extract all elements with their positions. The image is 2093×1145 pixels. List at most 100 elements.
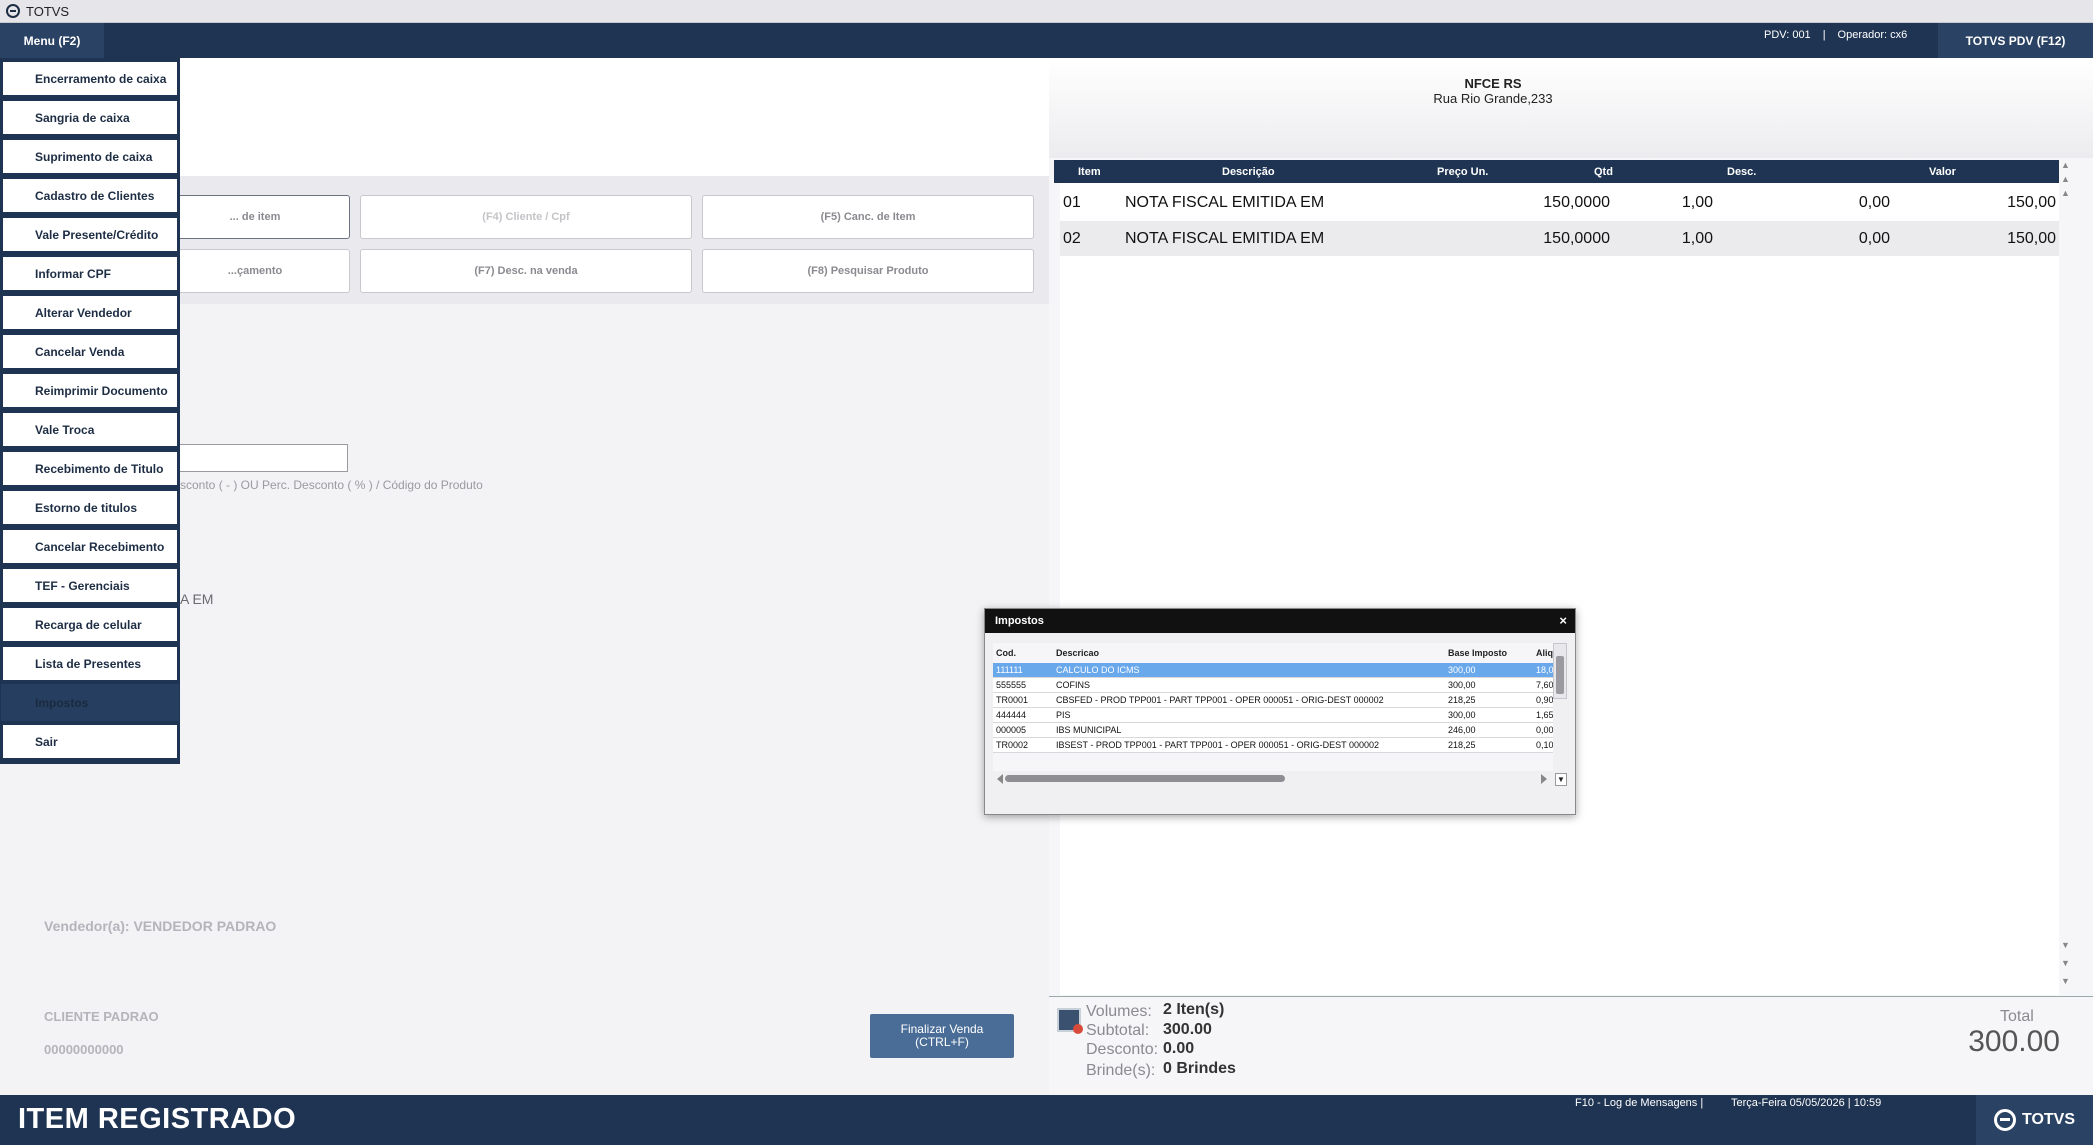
menu-item-alterar-vendedor[interactable]: Alterar Vendedor xyxy=(1,294,179,331)
taxes-table: Cod. Descricao Base Imposto Aliq 111111 … xyxy=(993,643,1553,771)
discount-value: 0.00 xyxy=(1163,1040,1195,1057)
client-name: CLIENTE PADRAO xyxy=(44,1009,159,1024)
menu-item-recebimento-titulo[interactable]: Recebimento de Titulo xyxy=(1,450,179,487)
table-row[interactable]: 444444 PIS 300,00 1,65 xyxy=(993,708,1553,723)
tax-cod: 000005 xyxy=(996,725,1027,735)
scroll-page-down-icon[interactable]: ▼ xyxy=(2061,958,2070,968)
client-cpf-button[interactable]: (F4) Cliente / Cpf xyxy=(360,195,692,239)
col-qty-header: Qtd xyxy=(1594,166,1613,178)
scroll-left-icon[interactable] xyxy=(997,774,1003,784)
menu-item-cancelar-venda[interactable]: Cancelar Venda xyxy=(1,333,179,370)
product-code-hint: sconto ( - ) OU Perc. Desconto ( % ) / C… xyxy=(180,478,483,492)
finalize-sale-shortcut: (CTRL+F) xyxy=(915,1035,969,1049)
row-value: 150,00 xyxy=(2007,194,2056,211)
status-datetime: Terça-Feira 05/05/2026 | 10:59 xyxy=(1731,1097,1882,1109)
scroll-down-icon[interactable]: ▼ xyxy=(2061,940,2070,950)
subtotal-label: Subtotal: xyxy=(1086,1022,1150,1039)
dialog-title: Impostos xyxy=(995,615,1044,627)
tax-cod: TR0001 xyxy=(996,695,1029,705)
menu-item-sangria-caixa[interactable]: Sangria de caixa xyxy=(1,99,179,136)
sale-discount-button[interactable]: (F7) Desc. na venda xyxy=(360,249,692,293)
row-discount: 0,00 xyxy=(1858,230,1890,247)
row-value: 150,00 xyxy=(2007,230,2056,247)
tax-base: 300,00 xyxy=(1448,680,1476,690)
tax-base: 300,00 xyxy=(1448,710,1476,720)
menu-item-suprimento-caixa[interactable]: Suprimento de caixa xyxy=(1,138,179,175)
row-discount: 0,00 xyxy=(1858,194,1890,211)
menu-item-vale-troca[interactable]: Vale Troca xyxy=(1,411,179,448)
menu-item-estorno-titulos[interactable]: Estorno de titulos xyxy=(1,489,179,526)
menu-item-sair[interactable]: Sair xyxy=(1,723,179,760)
discount-label: Desconto: xyxy=(1086,1041,1159,1058)
scroll-bottom-icon[interactable]: ▼ xyxy=(2061,976,2070,986)
gifts-label: Brinde(s): xyxy=(1086,1062,1156,1079)
message-log-link[interactable]: F10 - Log de Mensagens | xyxy=(1575,1097,1703,1109)
store-header: NFCE RS Rua Rio Grande,233 xyxy=(1049,58,2093,158)
scroll-top-icon[interactable]: ▲ xyxy=(2061,160,2070,170)
menu-button[interactable]: Menu (F2) xyxy=(0,23,104,58)
tax-desc: IBSEST - PROD TPP001 - PART TPP001 - OPE… xyxy=(1056,740,1379,750)
table-row[interactable]: 000005 IBS MUNICIPAL 246,00 0,00 xyxy=(993,723,1553,738)
tax-aliq: 0,10 xyxy=(1536,740,1553,750)
menu-item-reimprimir-documento[interactable]: Reimprimir Documento xyxy=(1,372,179,409)
qty-item-button[interactable]: ... de item xyxy=(160,195,350,239)
close-icon[interactable]: × xyxy=(1559,613,1567,628)
row-qty: 1,00 xyxy=(1681,230,1713,247)
scroll-page-up-icon[interactable]: ▲ xyxy=(2061,174,2070,184)
totvs-pdv-button[interactable]: TOTVS PDV (F12) xyxy=(1938,23,2093,58)
taxes-vertical-scrollbar[interactable] xyxy=(1553,643,1567,699)
window-title: TOTVS xyxy=(26,3,70,19)
scroll-thumb[interactable] xyxy=(1556,656,1564,694)
table-row[interactable]: 111111 CALCULO DO ICMS 300,00 18,00 xyxy=(993,663,1553,678)
chevron-down-icon[interactable]: ▼ xyxy=(1555,773,1567,786)
totvs-logo-icon xyxy=(6,4,20,18)
pdv-info: PDV: 001 | Operador: cx6 xyxy=(1764,23,1907,47)
last-item-description: A EM xyxy=(180,591,214,607)
scroll-thumb[interactable] xyxy=(1005,775,1285,782)
col-aliq-header[interactable]: Aliq xyxy=(1536,648,1553,658)
items-grid-scrollbar[interactable]: ▲ ▲ ▲ ▼ ▼ ▼ xyxy=(2059,160,2073,995)
tax-cod: 444444 xyxy=(996,710,1027,720)
menu-item-tef-gerenciais[interactable]: TEF - Gerenciais xyxy=(1,567,179,604)
menu-item-impostos[interactable]: Impostos xyxy=(1,684,179,721)
menu-item-cancelar-recebimento[interactable]: Cancelar Recebimento xyxy=(1,528,179,565)
scroll-right-icon[interactable] xyxy=(1541,774,1547,784)
finalize-sale-button[interactable]: Finalizar Venda (CTRL+F) xyxy=(870,1014,1014,1058)
budget-button[interactable]: ...çamento xyxy=(160,249,350,293)
tax-cod: 555555 xyxy=(996,680,1027,690)
scroll-up-icon[interactable]: ▲ xyxy=(2061,188,2070,198)
menu-item-recarga-celular[interactable]: Recarga de celular xyxy=(1,606,179,643)
col-desc-header[interactable]: Descricao xyxy=(1056,648,1446,658)
menu-item-lista-presentes[interactable]: Lista de Presentes xyxy=(1,645,179,682)
tax-cod: TR0002 xyxy=(996,740,1029,750)
tax-aliq: 0,90 xyxy=(1536,695,1553,705)
tax-base: 218,25 xyxy=(1448,695,1476,705)
row-unit-price: 150,0000 xyxy=(1543,194,1610,211)
cancel-item-button[interactable]: (F5) Canc. de Item xyxy=(702,195,1034,239)
taxes-horizontal-scrollbar[interactable] xyxy=(997,773,1553,785)
menu-item-encerramento-caixa[interactable]: Encerramento de caixa xyxy=(1,60,179,97)
menu-item-cadastro-clientes[interactable]: Cadastro de Clientes xyxy=(1,177,179,214)
table-row[interactable]: 02 NOTA FISCAL EMITIDA EM 150,0000 1,00 … xyxy=(1060,221,2059,256)
table-row[interactable]: 555555 COFINS 300,00 7,60 xyxy=(993,678,1553,693)
col-base-header[interactable]: Base Imposto xyxy=(1448,648,1533,658)
menu-item-informar-cpf[interactable]: Informar CPF xyxy=(1,255,179,292)
taxes-table-header: Cod. Descricao Base Imposto Aliq xyxy=(993,643,1553,663)
product-code-input[interactable] xyxy=(160,444,348,472)
tax-aliq: 1,65 xyxy=(1536,710,1553,720)
table-row[interactable]: 01 NOTA FISCAL EMITIDA EM 150,0000 1,00 … xyxy=(1060,185,2059,220)
total-value: 300.00 xyxy=(1968,1025,2060,1058)
brand-logo: TOTVS xyxy=(1976,1095,2093,1145)
store-address: Rua Rio Grande,233 xyxy=(1433,91,1553,106)
table-row[interactable]: TR0001 CBSFED - PROD TPP001 - PART TPP00… xyxy=(993,693,1553,708)
row-qty: 1,00 xyxy=(1681,194,1713,211)
col-cod-header[interactable]: Cod. xyxy=(996,648,1056,658)
menu-item-vale-presente[interactable]: Vale Presente/Crédito xyxy=(1,216,179,253)
pdv-number: PDV: 001 xyxy=(1764,29,1811,41)
col-unit-price-header: Preço Un. xyxy=(1437,166,1489,178)
seller-label: Vendedor(a): VENDEDOR PADRAO xyxy=(44,918,277,934)
search-product-button[interactable]: (F8) Pesquisar Produto xyxy=(702,249,1034,293)
tax-desc: IBS MUNICIPAL xyxy=(1056,725,1122,735)
table-row[interactable]: TR0002 IBSEST - PROD TPP001 - PART TPP00… xyxy=(993,738,1553,753)
dialog-titlebar: Impostos × xyxy=(985,609,1575,633)
